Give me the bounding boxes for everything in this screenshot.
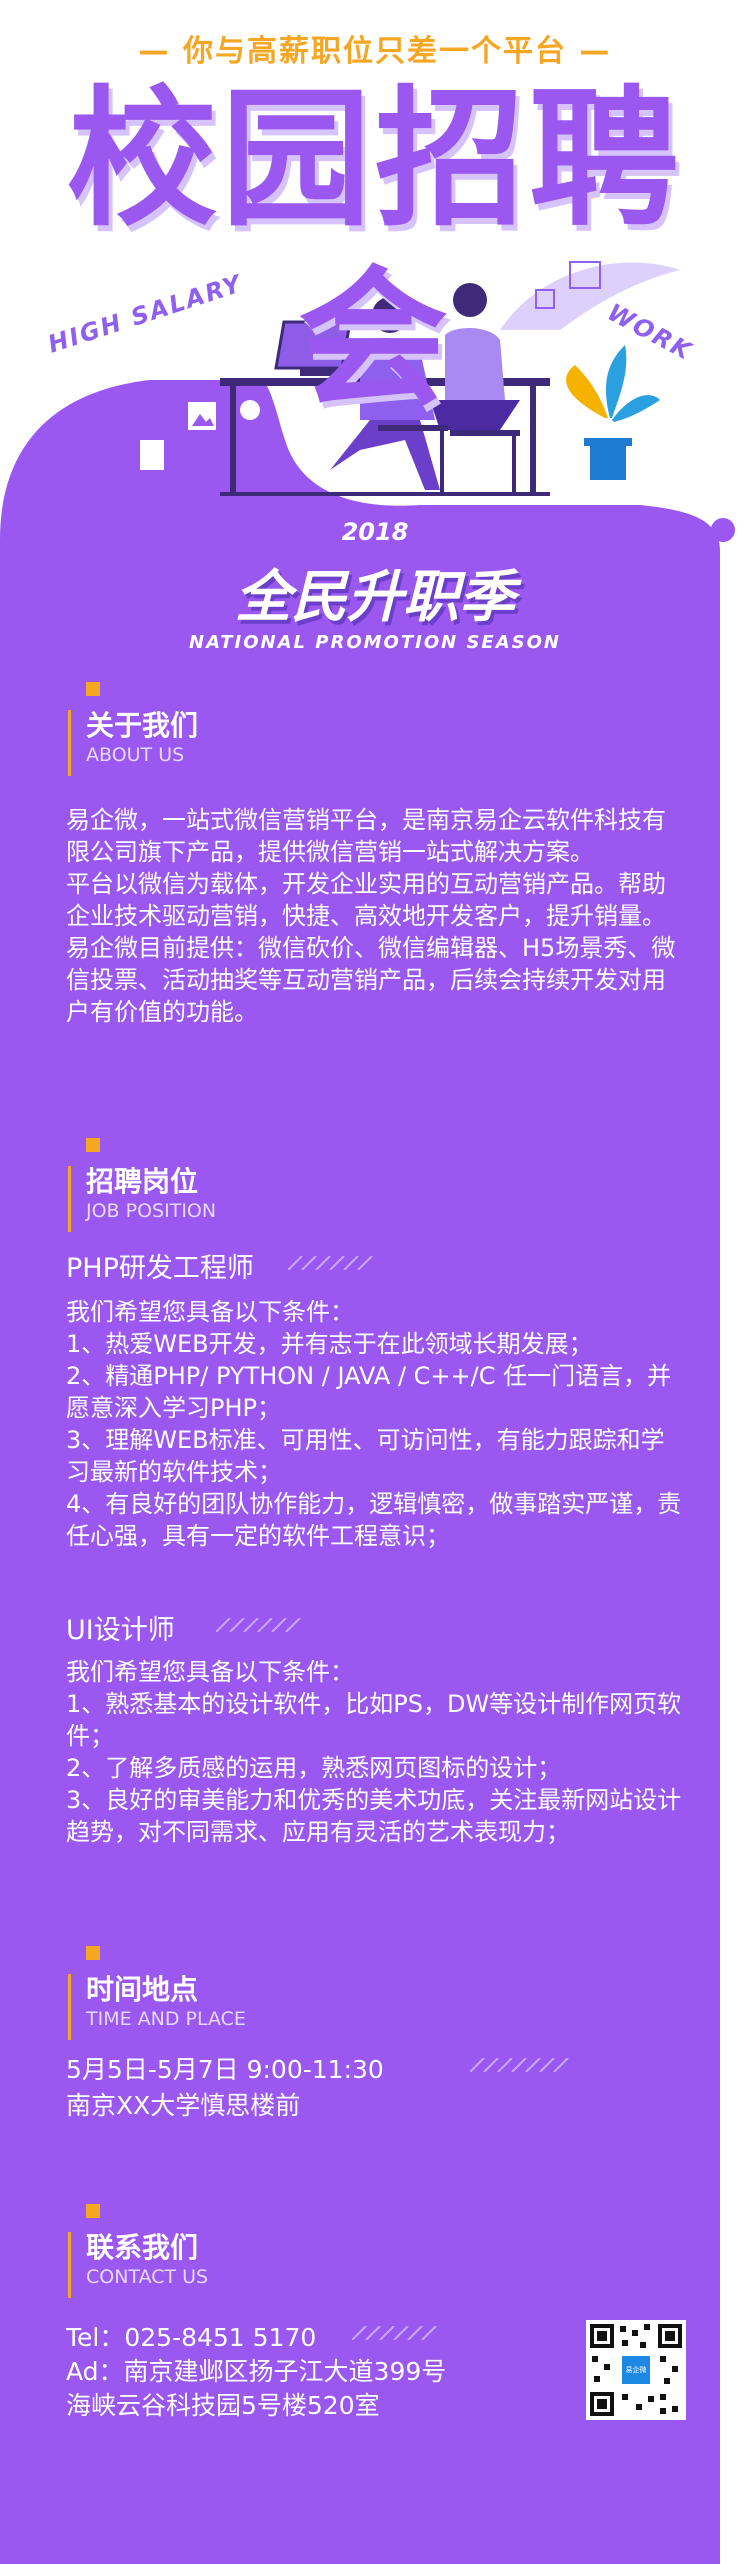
section-bar [68, 710, 71, 776]
season-subtitle: NATIONAL PROMOTION SEASON [189, 632, 561, 653]
section-dot [86, 1138, 100, 1152]
about-paragraph: 平台以微信为载体，开发企业实用的互动营销产品。帮助企业技术驱动营销，快捷、高效地… [66, 870, 666, 930]
requirement-line: 3、理解WEB标准、可用性、可访问性，有能力跟踪和学习最新的软件技术； [66, 1426, 665, 1486]
section-bar [68, 1974, 71, 2040]
header-tagline: — 你与高薪职位只差一个平台 — [138, 34, 612, 69]
jobs-subtitle: JOB POSITION [86, 1200, 217, 1222]
contact-address-line1: Ad：南京建邺区扬子江大道399号 [66, 2357, 447, 2386]
about-body: 易企微，一站式微信营销平台，是南京易企云软件科技有限公司旗下产品，提供微信营销一… [66, 804, 686, 1028]
section-dot [86, 682, 100, 696]
job-title-ui: UI设计师 [66, 1615, 175, 1646]
jobs-title: 招聘岗位 [86, 1165, 199, 1198]
contact-address-line2: 海峡云谷科技园5号楼520室 [66, 2391, 380, 2420]
contact-subtitle: CONTACT US [86, 2266, 209, 2288]
slash-decoration [470, 2058, 569, 2072]
qr-logo: 易企微 [622, 2356, 650, 2384]
requirement-line: 我们希望您具备以下条件： [66, 1658, 354, 1686]
qr-code[interactable]: 易企微 [586, 2320, 686, 2420]
slash-decoration [216, 1618, 301, 1632]
section-dot [86, 1946, 100, 1960]
requirement-line: 2、精通PHP/ PYTHON / JAVA / C++/C 任一门语言，并愿意… [66, 1362, 672, 1422]
job-title-php: PHP研发工程师 [66, 1253, 254, 1284]
page-title: 校园招聘会 [66, 73, 683, 427]
time-subtitle: TIME AND PLACE [86, 2008, 246, 2030]
about-title: 关于我们 [86, 709, 199, 742]
job-requirements-ui: 我们希望您具备以下条件： 1、熟悉基本的设计软件，比如PS，DW等设计制作网页软… [66, 1656, 686, 1848]
event-place: 南京XX大学慎思楼前 [66, 2091, 301, 2120]
contact-title: 联系我们 [86, 2231, 199, 2264]
season-title: 全民升职季 [235, 565, 515, 630]
section-bar [68, 2232, 71, 2298]
section-dot [86, 2204, 100, 2218]
about-subtitle: ABOUT US [86, 744, 185, 766]
job-requirements-php: 我们希望您具备以下条件： 1、热爱WEB开发，并有志于在此领域长期发展； 2、精… [66, 1296, 686, 1552]
requirement-line: 1、热爱WEB开发，并有志于在此领域长期发展； [66, 1330, 593, 1358]
requirement-line: 2、了解多质感的运用，熟悉网页图标的设计； [66, 1754, 562, 1782]
requirement-line: 1、熟悉基本的设计软件，比如PS，DW等设计制作网页软件； [66, 1690, 682, 1750]
event-time: 5月5日-5月7日 9:00-11:30 [66, 2055, 384, 2084]
slash-decoration [352, 2326, 437, 2340]
time-title: 时间地点 [86, 1973, 199, 2006]
about-paragraph: 易企微，一站式微信营销平台，是南京易企云软件科技有限公司旗下产品，提供微信营销一… [66, 806, 666, 866]
section-bar [68, 1166, 71, 1232]
contact-tel[interactable]: Tel：025-8451 5170 [66, 2318, 316, 2354]
requirement-line: 4、有良好的团队协作能力，逻辑慎密，做事踏实严谨，责任心强，具有一定的软件工程意… [66, 1490, 682, 1550]
about-paragraph: 易企微目前提供：微信砍价、微信编辑器、H5场景秀、微信投票、活动抽奖等互动营销产… [66, 934, 676, 1026]
requirement-line: 我们希望您具备以下条件： [66, 1298, 354, 1326]
slash-decoration [288, 1256, 373, 1270]
requirement-line: 3、良好的审美能力和优秀的美术功底，关注最新网站设计趋势，对不同需求、应用有灵活… [66, 1786, 682, 1846]
season-year: 2018 [341, 518, 409, 546]
